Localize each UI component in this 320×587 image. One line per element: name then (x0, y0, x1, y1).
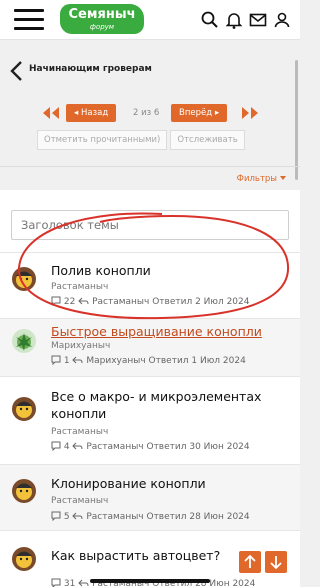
avatar (12, 397, 36, 421)
thread-author[interactable]: Марихуаныч (51, 341, 110, 351)
back-chevron-icon[interactable] (8, 60, 24, 82)
logo-sub-text: форум (89, 23, 115, 31)
top-bar: Семяныч форум (0, 0, 300, 40)
forward-label: Вперёд (179, 108, 213, 118)
thread-row[interactable]: Клонирование конопли Растаманыч 5 Растам… (0, 464, 300, 530)
breadcrumb[interactable]: Начинающим гроверам (0, 50, 300, 90)
first-page-icon[interactable] (42, 106, 60, 120)
menu-icon[interactable] (14, 9, 44, 31)
forward-arrow-icon: ▸ (214, 108, 220, 118)
comment-icon (51, 441, 61, 452)
mark-read-button[interactable]: Отметить прочитанными) (37, 130, 168, 150)
forward-button[interactable]: Вперёд ▸ (171, 104, 228, 122)
comment-icon (51, 355, 61, 366)
reply-arrow-icon (72, 356, 83, 364)
logo-main-text: Семяныч (68, 7, 136, 22)
page-indicator: 2 из 6 (133, 108, 160, 118)
thread-author[interactable]: Растаманыч (51, 427, 108, 437)
back-arrow-icon: ◂ (74, 108, 79, 118)
last-reply[interactable]: Марихуаныч Ответил 1 Июл 2024 (86, 356, 245, 366)
comment-icon (51, 578, 61, 587)
back-label: Назад (80, 108, 109, 118)
last-page-icon[interactable] (241, 106, 259, 120)
last-reply[interactable]: Растаманыч Ответил 28 Июн 2024 (86, 512, 249, 522)
reply-count: 4 (63, 442, 70, 452)
thread-row[interactable]: Все о макро- и микроэлементах конопли Ра… (0, 376, 300, 464)
reply-count: 31 (63, 579, 76, 587)
arrow-down-icon (270, 556, 282, 570)
avatar (12, 547, 36, 571)
avatar (12, 329, 36, 353)
search-icon[interactable] (200, 10, 220, 30)
reply-arrow-icon (72, 442, 83, 450)
caret-down-icon (280, 176, 286, 180)
thread-title[interactable]: Клонирование конопли (51, 475, 287, 492)
thread-meta: 4 Растаманыч Ответил 30 Июн 2024 (51, 441, 250, 452)
reply-count: 5 (63, 512, 70, 522)
divider (0, 166, 300, 167)
arrow-up-icon (244, 554, 256, 568)
reply-arrow-icon (78, 579, 89, 587)
breadcrumb-label: Начинающим гроверам (29, 64, 152, 74)
thread-meta: 1 Марихуаныч Ответил 1 Июл 2024 (51, 355, 246, 366)
filters-label: Фильтры (236, 174, 277, 184)
user-icon[interactable] (272, 10, 292, 30)
thread-title[interactable]: Все о макро- и микроэлементах конопли (51, 388, 287, 422)
thread-row[interactable]: Быстрое выращивание конопли Марихуаныч 1… (0, 318, 300, 376)
mail-icon[interactable] (248, 10, 268, 30)
scroll-down-button[interactable] (265, 551, 287, 573)
reply-count: 1 (63, 356, 70, 366)
back-button[interactable]: ◂ Назад (66, 104, 117, 122)
home-indicator[interactable] (90, 579, 210, 583)
last-reply[interactable]: Растаманыч Ответил 30 Июн 2024 (86, 442, 249, 452)
filters-button[interactable]: Фильтры (237, 174, 286, 184)
thread-author[interactable]: Растаманыч (51, 496, 108, 506)
comment-icon (51, 511, 61, 522)
thread-actions: Отметить прочитанными) Отслеживать (37, 130, 248, 150)
thread-meta: 5 Растаманыч Ответил 28 Июн 2024 (51, 511, 250, 522)
site-logo[interactable]: Семяныч форум (60, 4, 144, 34)
scroll-up-button[interactable] (239, 551, 261, 573)
pagination: ◂ Назад 2 из 6 Вперёд ▸ (0, 104, 300, 122)
reply-arrow-icon (72, 512, 83, 520)
annotation-circle (17, 212, 290, 320)
avatar (12, 479, 36, 503)
watch-button[interactable]: Отслеживать (170, 130, 245, 150)
bell-icon[interactable] (224, 10, 244, 30)
